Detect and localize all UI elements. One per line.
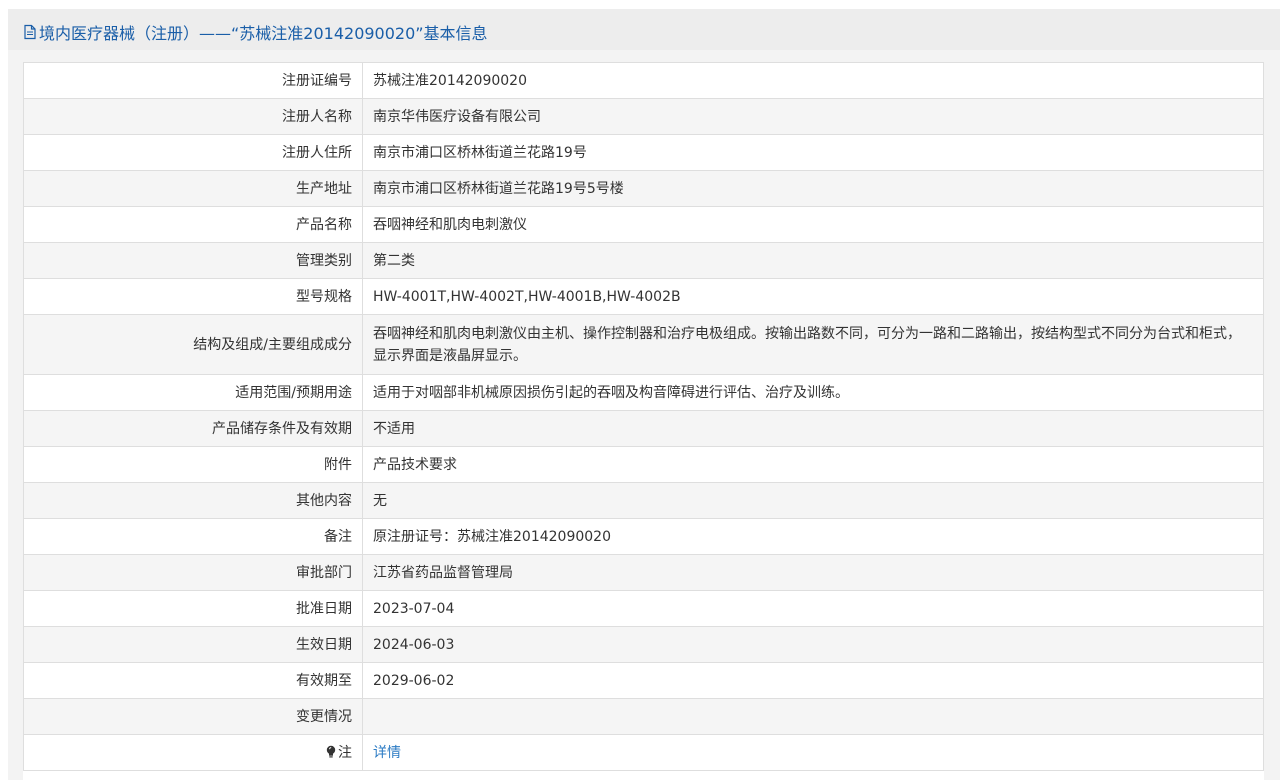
info-table-container: 注册证编号 苏械注准20142090020 注册人名称 南京华伟医疗设备有限公司… [23, 62, 1264, 780]
table-row: 注册人住所 南京市浦口区桥林街道兰花路19号 [23, 134, 1264, 171]
table-row: 产品储存条件及有效期 不适用 [23, 410, 1264, 447]
row-value: 产品技术要求 [362, 446, 1264, 483]
table-row: 结构及组成/主要组成成分 吞咽神经和肌肉电刺激仪由主机、操作控制器和治疗电极组成… [23, 314, 1264, 375]
row-value: 原注册证号：苏械注准20142090020 [362, 518, 1264, 555]
note-value-cell: 详情 [362, 734, 1264, 771]
page-title-text: 境内医疗器械（注册）——“苏械注准20142090020”基本信息 [39, 24, 488, 43]
row-label: 变更情况 [23, 698, 363, 735]
row-value: 南京市浦口区桥林街道兰花路19号 [362, 134, 1264, 171]
table-row: 注册人名称 南京华伟医疗设备有限公司 [23, 98, 1264, 135]
row-value: 南京市浦口区桥林街道兰花路19号5号楼 [362, 170, 1264, 207]
row-label: 适用范围/预期用途 [23, 374, 363, 411]
row-label: 附件 [23, 446, 363, 483]
table-row: 有效期至 2029-06-02 [23, 662, 1264, 699]
table-row: 适用范围/预期用途 适用于对咽部非机械原因损伤引起的吞咽及构音障碍进行评估、治疗… [23, 374, 1264, 411]
row-value: 2023-07-04 [362, 590, 1264, 627]
table-row: 管理类别 第二类 [23, 242, 1264, 279]
lightbulb-icon [326, 745, 336, 757]
row-label: 产品储存条件及有效期 [23, 410, 363, 447]
note-row: 注 详情 [23, 734, 1264, 771]
row-value [362, 698, 1264, 735]
row-value: 2024-06-03 [362, 626, 1264, 663]
row-value: 第二类 [362, 242, 1264, 279]
table-row: 附件 产品技术要求 [23, 446, 1264, 483]
row-value: HW-4001T,HW-4002T,HW-4001B,HW-4002B [362, 278, 1264, 315]
row-label: 产品名称 [23, 206, 363, 243]
document-icon [24, 24, 36, 40]
table-row: 生产地址 南京市浦口区桥林街道兰花路19号5号楼 [23, 170, 1264, 207]
table-row: 批准日期 2023-07-04 [23, 590, 1264, 627]
row-label: 批准日期 [23, 590, 363, 627]
row-label: 生产地址 [23, 170, 363, 207]
row-label: 有效期至 [23, 662, 363, 699]
table-row: 生效日期 2024-06-03 [23, 626, 1264, 663]
table-row: 备注 原注册证号：苏械注准20142090020 [23, 518, 1264, 555]
row-label: 生效日期 [23, 626, 363, 663]
table-row: 其他内容 无 [23, 482, 1264, 519]
row-value: 江苏省药品监督管理局 [362, 554, 1264, 591]
row-label: 审批部门 [23, 554, 363, 591]
row-label: 型号规格 [23, 278, 363, 315]
table-row: 审批部门 江苏省药品监督管理局 [23, 554, 1264, 591]
row-label: 备注 [23, 518, 363, 555]
row-value: 不适用 [362, 410, 1264, 447]
row-value: 无 [362, 482, 1264, 519]
table-row: 型号规格 HW-4001T,HW-4002T,HW-4001B,HW-4002B [23, 278, 1264, 315]
row-label: 注册证编号 [23, 62, 363, 99]
details-link[interactable]: 详情 [373, 745, 401, 761]
table-row: 变更情况 [23, 698, 1264, 735]
note-label-cell: 注 [23, 734, 363, 771]
panel-header: 境内医疗器械（注册）——“苏械注准20142090020”基本信息 [8, 9, 1280, 50]
row-label: 注册人住所 [23, 134, 363, 171]
row-label: 其他内容 [23, 482, 363, 519]
info-panel: 境内医疗器械（注册）——“苏械注准20142090020”基本信息 注册证编号 … [8, 9, 1280, 780]
row-label: 结构及组成/主要组成成分 [23, 314, 363, 375]
row-label: 管理类别 [23, 242, 363, 279]
table-row: 产品名称 吞咽神经和肌肉电刺激仪 [23, 206, 1264, 243]
table-row: 注册证编号 苏械注准20142090020 [23, 62, 1264, 99]
note-label: 注 [338, 744, 352, 761]
row-value: 适用于对咽部非机械原因损伤引起的吞咽及构音障碍进行评估、治疗及训练。 [362, 374, 1264, 411]
row-value: 吞咽神经和肌肉电刺激仪由主机、操作控制器和治疗电极组成。按输出路数不同，可分为一… [362, 314, 1264, 375]
row-value: 吞咽神经和肌肉电刺激仪 [362, 206, 1264, 243]
row-value: 2029-06-02 [362, 662, 1264, 699]
row-value: 南京华伟医疗设备有限公司 [362, 98, 1264, 135]
info-table: 注册证编号 苏械注准20142090020 注册人名称 南京华伟医疗设备有限公司… [23, 62, 1264, 771]
row-value: 苏械注准20142090020 [362, 62, 1264, 99]
page-title: 境内医疗器械（注册）——“苏械注准20142090020”基本信息 [23, 20, 488, 44]
row-label: 注册人名称 [23, 98, 363, 135]
